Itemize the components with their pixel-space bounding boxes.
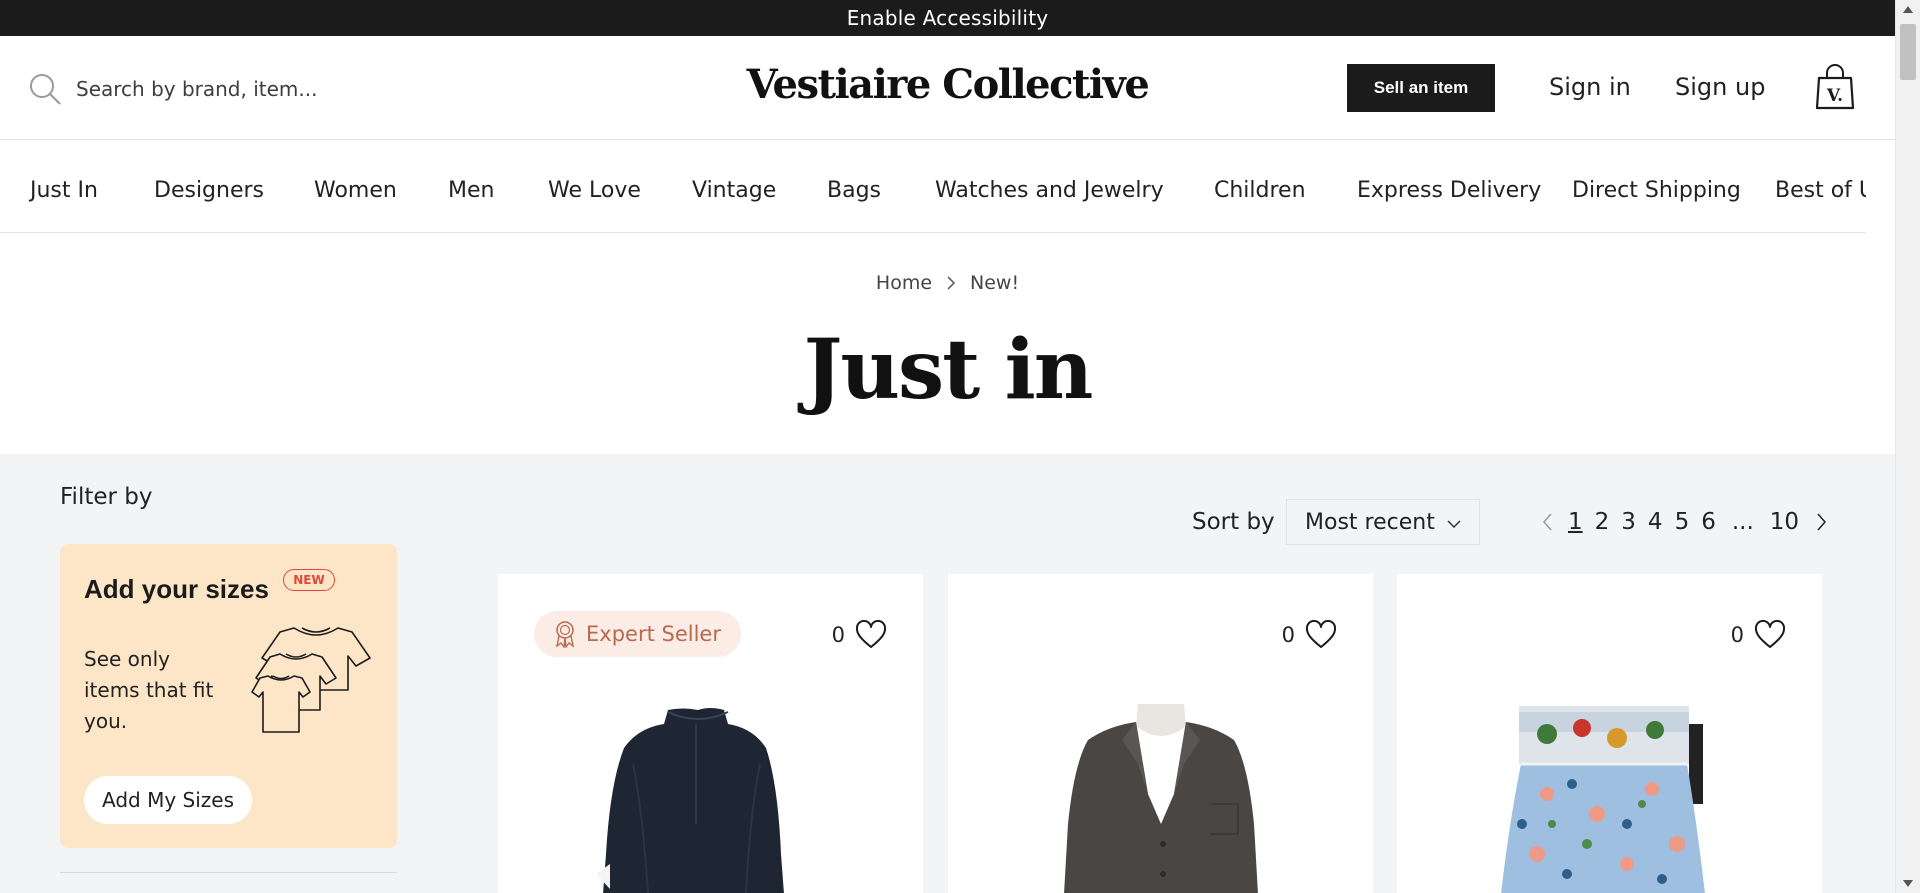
tshirts-illustration-icon (251, 627, 371, 733)
scrollbar-thumb[interactable] (1900, 24, 1916, 80)
next-page-icon[interactable] (1813, 511, 1829, 533)
nav-item-express-delivery[interactable]: Express Delivery (1357, 178, 1541, 203)
page-link-5[interactable]: 5 (1675, 509, 1690, 535)
add-my-sizes-button[interactable]: Add My Sizes (84, 776, 253, 824)
page-link-6[interactable]: 6 (1701, 509, 1716, 535)
like-count: 0 (831, 623, 845, 647)
page-scrollbar[interactable] (1895, 0, 1920, 893)
catalog-section: Filter by Add your sizes NEW See only it… (0, 454, 1895, 893)
sort-label: Sort by (1192, 509, 1275, 535)
heart-icon[interactable] (855, 620, 887, 650)
heart-icon[interactable] (1754, 620, 1786, 650)
nav-item-we-love[interactable]: We Love (548, 178, 641, 203)
heart-icon[interactable] (1305, 620, 1337, 650)
page-link-4[interactable]: 4 (1648, 509, 1663, 535)
search-icon[interactable] (28, 72, 62, 106)
sign-in-link[interactable]: Sign in (1549, 73, 1631, 101)
nav-item-best-of[interactable]: Best of U (1775, 178, 1866, 203)
product-image-grey-blazer[interactable] (948, 704, 1373, 893)
add-sizes-card: Add your sizes NEW See only items that f… (60, 544, 397, 848)
favorite-button[interactable]: 0 (1731, 620, 1786, 650)
site-logo[interactable]: Vestiaire Collective (747, 61, 1150, 108)
scroll-up-arrow-icon[interactable] (1903, 6, 1913, 13)
nav-item-designers[interactable]: Designers (154, 178, 264, 203)
filter-divider (60, 872, 397, 873)
nav-item-watches-jewelry[interactable]: Watches and Jewelry (935, 178, 1164, 203)
search-input[interactable] (76, 77, 436, 101)
sort-selected-value: Most recent (1305, 509, 1435, 535)
enable-accessibility-link[interactable]: Enable Accessibility (847, 6, 1049, 30)
nav-item-vintage[interactable]: Vintage (692, 178, 776, 203)
breadcrumb: Home New! (0, 272, 1895, 294)
page-link-2[interactable]: 2 (1595, 509, 1610, 535)
accessibility-bar[interactable]: Enable Accessibility (0, 0, 1895, 36)
nav-item-children[interactable]: Children (1214, 178, 1306, 203)
expert-seller-label: Expert Seller (586, 622, 721, 646)
award-ribbon-icon (555, 621, 575, 648)
site-header: Vestiaire Collective Sell an item Sign i… (0, 36, 1895, 140)
sell-item-button[interactable]: Sell an item (1347, 64, 1495, 112)
page-link-last[interactable]: 10 (1770, 509, 1799, 535)
page-title: Just in (803, 322, 1094, 418)
favorite-button[interactable]: 0 (832, 620, 887, 650)
search-bar[interactable] (28, 72, 436, 106)
previous-page-icon[interactable] (1540, 511, 1556, 533)
svg-text:V.: V. (1826, 86, 1843, 106)
like-count: 0 (1281, 623, 1295, 647)
nav-item-just-in[interactable]: Just In (30, 178, 98, 203)
breadcrumb-home[interactable]: Home (876, 272, 932, 294)
chevron-right-icon (947, 276, 956, 290)
breadcrumb-current: New! (970, 272, 1020, 294)
page-link-1[interactable]: 1 (1568, 509, 1583, 535)
sign-up-link[interactable]: Sign up (1675, 73, 1765, 101)
nav-item-direct-shipping[interactable]: Direct Shipping (1572, 178, 1741, 203)
expert-seller-badge: Expert Seller (534, 611, 741, 657)
like-count: 0 (1730, 623, 1744, 647)
product-image-floral-skirt[interactable] (1397, 704, 1822, 893)
add-sizes-description: See only items that fit you. (84, 647, 214, 733)
favorite-button[interactable]: 0 (1282, 620, 1337, 650)
nav-item-men[interactable]: Men (448, 178, 494, 203)
nav-item-women[interactable]: Women (314, 178, 397, 203)
filter-title: Filter by (60, 484, 153, 510)
shopping-bag-icon[interactable]: V. (1815, 64, 1855, 110)
page-link-3[interactable]: 3 (1621, 509, 1636, 535)
scroll-down-arrow-icon[interactable] (1903, 880, 1913, 887)
pagination-ellipsis: ... (1731, 509, 1754, 535)
add-sizes-title: Add your sizes (84, 574, 269, 604)
pagination: 1 2 3 4 5 6 ... 10 (1540, 509, 1829, 535)
product-card[interactable]: Expert Seller 0 (498, 574, 923, 893)
product-card[interactable]: 0 (1397, 574, 1822, 893)
main-navigation: Just In Designers Women Men We Love Vint… (0, 140, 1866, 233)
chevron-down-icon (1447, 520, 1461, 529)
product-image-navy-blouse[interactable] (498, 704, 923, 893)
nav-item-bags[interactable]: Bags (827, 178, 881, 203)
new-badge: NEW (283, 569, 335, 591)
sort-dropdown[interactable]: Most recent (1286, 499, 1480, 545)
product-card[interactable]: 0 (948, 574, 1373, 893)
